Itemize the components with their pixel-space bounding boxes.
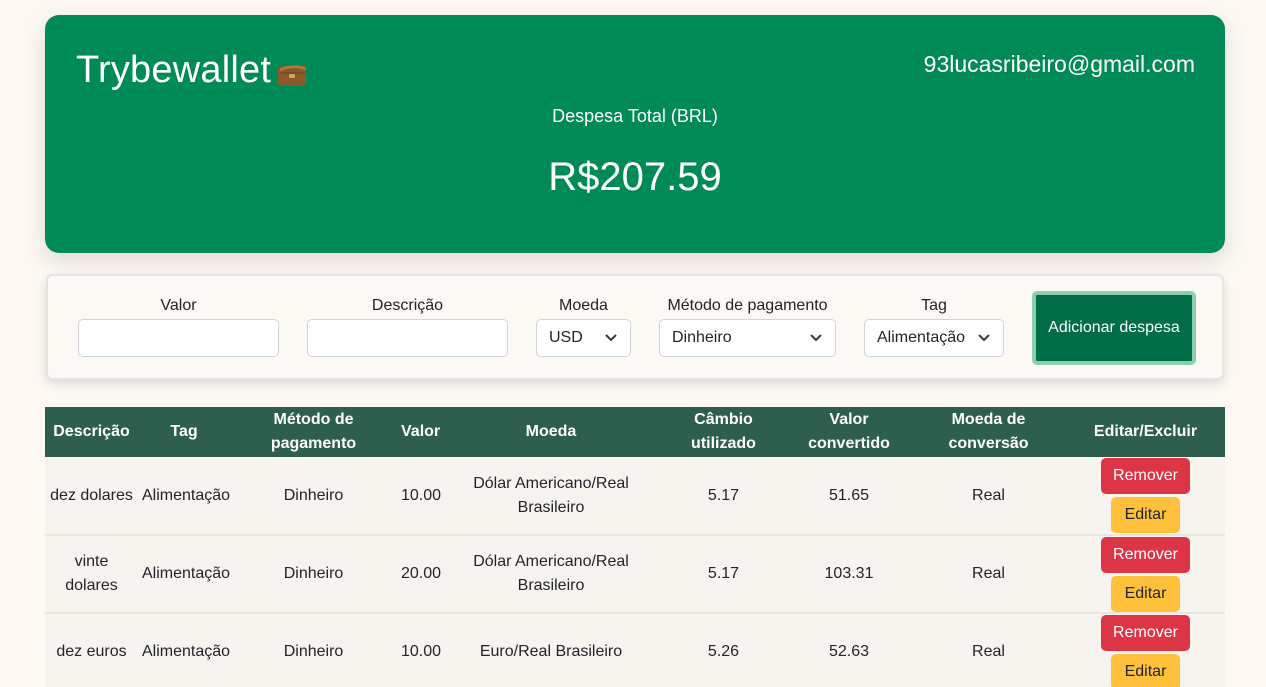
cell-actions: Remover Editar bbox=[1066, 457, 1225, 535]
valor-field: Valor bbox=[78, 296, 279, 357]
valor-label: Valor bbox=[160, 297, 197, 314]
chevron-down-icon bbox=[605, 334, 617, 342]
wallet-header: Trybewallet 93lucasribeiro@gmail.com Des… bbox=[45, 15, 1225, 253]
header-metodo: Método de pagamento bbox=[270, 411, 357, 452]
tag-field: Tag Alimentação bbox=[864, 296, 1004, 357]
cell-cambio: 5.17 bbox=[707, 486, 740, 504]
add-expense-button[interactable]: Adicionar despesa bbox=[1032, 291, 1196, 365]
moeda-selected-value: USD bbox=[549, 329, 583, 346]
cell-moeda: Dólar Americano/Real Brasileiro bbox=[473, 474, 629, 516]
cell-convertido: 52.63 bbox=[828, 643, 870, 660]
table-row: dez euros Alimentação Dinheiro 10.00 Eur… bbox=[45, 613, 1225, 687]
expense-form: Valor Descrição Moeda USD Método de paga… bbox=[46, 274, 1224, 380]
moeda-select[interactable]: USD bbox=[536, 319, 631, 357]
total-expense-value: R$207.59 bbox=[548, 155, 722, 199]
table-header-row: Descrição Tag Método de pagamento Valor … bbox=[45, 407, 1225, 457]
wallet-icon bbox=[278, 65, 307, 86]
header-valor-convertido: Valor convertido bbox=[808, 411, 890, 452]
cell-metodo: Dinheiro bbox=[283, 565, 344, 582]
tag-label: Tag bbox=[921, 297, 947, 314]
cell-cambio: 5.17 bbox=[707, 565, 740, 582]
descricao-input[interactable] bbox=[307, 319, 508, 357]
header-moeda: Moeda bbox=[525, 423, 577, 440]
cell-conversao: Real bbox=[972, 486, 1005, 504]
user-email: 93lucasribeiro@gmail.com bbox=[923, 51, 1195, 77]
cell-descricao: dez dolares bbox=[50, 486, 133, 504]
header-valor: Valor bbox=[401, 423, 441, 440]
metodo-label: Método de pagamento bbox=[667, 297, 828, 314]
cell-metodo: Dinheiro bbox=[283, 486, 344, 504]
cell-actions: Remover Editar bbox=[1066, 535, 1225, 613]
cell-descricao: vinte dolares bbox=[65, 553, 118, 594]
cell-convertido: 51.65 bbox=[828, 486, 870, 504]
metodo-select[interactable]: Dinheiro bbox=[659, 319, 836, 357]
chevron-down-icon bbox=[810, 334, 822, 342]
edit-button[interactable]: Editar bbox=[1111, 497, 1180, 533]
edit-button[interactable]: Editar bbox=[1111, 575, 1180, 612]
remove-button[interactable]: Remover bbox=[1101, 614, 1190, 651]
cell-convertido: 103.31 bbox=[824, 565, 874, 582]
header-descricao: Descrição bbox=[53, 423, 130, 440]
cell-valor: 20.00 bbox=[401, 565, 442, 582]
metodo-selected-value: Dinheiro bbox=[672, 329, 732, 346]
edit-button[interactable]: Editar bbox=[1111, 653, 1180, 687]
header-moeda-conversao: Moeda de conversão bbox=[948, 411, 1029, 452]
header-cambio: Câmbio utilizado bbox=[691, 411, 756, 452]
cell-actions: Remover Editar bbox=[1066, 613, 1225, 687]
cell-valor: 10.00 bbox=[401, 486, 442, 504]
cell-conversao: Real bbox=[972, 643, 1005, 660]
moeda-label: Moeda bbox=[559, 297, 608, 314]
descricao-field: Descrição bbox=[307, 296, 508, 357]
chevron-down-icon bbox=[978, 334, 990, 342]
descricao-label: Descrição bbox=[371, 297, 444, 314]
valor-input[interactable] bbox=[78, 319, 279, 357]
cell-valor: 10.00 bbox=[401, 643, 442, 660]
cell-conversao: Real bbox=[972, 565, 1005, 582]
cell-metodo: Dinheiro bbox=[283, 643, 344, 660]
cell-tag: Alimentação bbox=[142, 486, 231, 504]
cell-descricao: dez euros bbox=[56, 643, 127, 660]
total-expense-label: Despesa Total (BRL) bbox=[552, 106, 718, 126]
tag-selected-value: Alimentação bbox=[877, 329, 966, 346]
cell-tag: Alimentação bbox=[142, 643, 231, 660]
cell-moeda: Euro/Real Brasileiro bbox=[479, 643, 623, 660]
cell-tag: Alimentação bbox=[142, 565, 231, 582]
remove-button[interactable]: Remover bbox=[1101, 458, 1190, 494]
header-editar-excluir: Editar/Excluir bbox=[1093, 423, 1198, 440]
expenses-table: Descrição Tag Método de pagamento Valor … bbox=[45, 407, 1225, 687]
moeda-field: Moeda USD bbox=[536, 296, 631, 357]
table-row: dez dolares Alimentação Dinheiro 10.00 D… bbox=[45, 457, 1225, 535]
remove-button[interactable]: Remover bbox=[1101, 536, 1190, 573]
cell-moeda: Dólar Americano/Real Brasileiro bbox=[473, 553, 629, 594]
app-title-text: Trybewallet bbox=[76, 49, 272, 91]
header-tag: Tag bbox=[170, 423, 198, 440]
metodo-field: Método de pagamento Dinheiro bbox=[659, 296, 836, 357]
app-title: Trybewallet bbox=[76, 49, 309, 92]
table-row: vinte dolares Alimentação Dinheiro 20.00… bbox=[45, 535, 1225, 613]
cell-cambio: 5.26 bbox=[707, 643, 740, 660]
tag-select[interactable]: Alimentação bbox=[864, 319, 1004, 357]
